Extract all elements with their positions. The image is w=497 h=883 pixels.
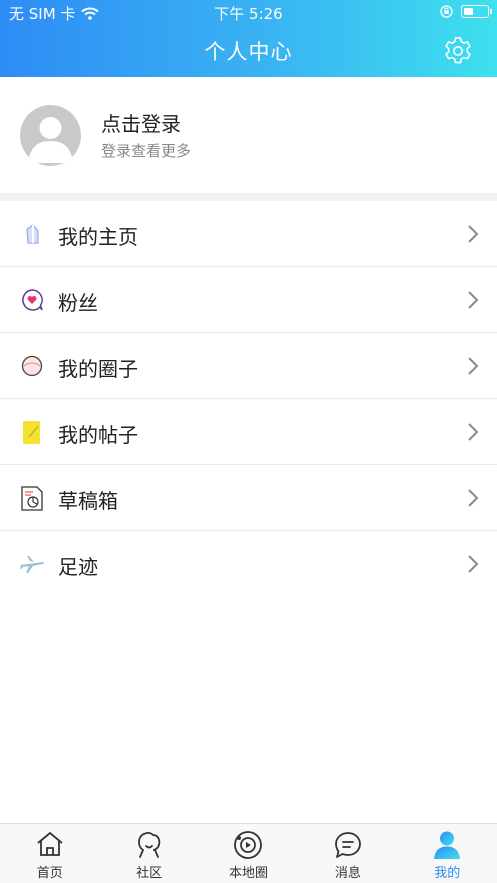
tab-label: 本地圈: [228, 866, 268, 881]
menu-item-homepage[interactable]: 我的主页: [0, 201, 497, 267]
page-title: 个人中心: [204, 40, 293, 64]
airplane-icon: [20, 556, 44, 573]
default-avatar-icon: [28, 117, 73, 163]
tab-label: 我的: [434, 866, 461, 881]
menu-item-my-posts[interactable]: 我的帖子: [0, 399, 497, 465]
message-icon: [334, 832, 361, 858]
tab-local-circle[interactable]: 本地圈: [199, 824, 298, 883]
menu-item-my-circle[interactable]: 我的圈子: [0, 333, 497, 399]
orientation-lock-icon: [440, 5, 453, 18]
circle-icon: [21, 355, 43, 377]
chevron-right-icon: [468, 225, 479, 243]
status-time: 下午 5:26: [214, 5, 283, 23]
homepage-icon: [26, 224, 39, 244]
tab-mine[interactable]: 我的: [398, 824, 497, 883]
post-note-icon: [23, 421, 40, 444]
tab-label: 消息: [334, 866, 361, 881]
tab-messages[interactable]: 消息: [298, 824, 397, 883]
chevron-right-icon: [468, 357, 479, 375]
profile-login-card[interactable]: 点击登录 登录查看更多: [0, 77, 497, 193]
battery-icon: [461, 5, 492, 18]
tab-home[interactable]: 首页: [0, 824, 99, 883]
menu-item-label: 我的圈子: [58, 357, 138, 381]
menu-item-fans[interactable]: 粉丝: [0, 267, 497, 333]
chevron-right-icon: [468, 291, 479, 309]
tab-community[interactable]: 社区: [99, 824, 198, 883]
home-icon: [37, 832, 63, 856]
avatar[interactable]: [20, 105, 81, 166]
profile-icon: [434, 831, 461, 859]
menu-item-label: 我的主页: [58, 225, 138, 249]
menu-item-label: 草稿箱: [58, 489, 118, 513]
header-bar: 无 SIM 卡 下午 5:26 个人中心: [0, 0, 497, 77]
fans-heart-icon: [22, 289, 43, 311]
login-subtitle: 登录查看更多: [101, 142, 192, 160]
section-divider: [0, 193, 497, 201]
gear-icon[interactable]: [443, 36, 473, 66]
drafts-icon: [21, 486, 43, 511]
local-circle-icon: [234, 831, 263, 859]
login-title[interactable]: 点击登录: [101, 108, 181, 137]
menu-item-drafts[interactable]: 草稿箱: [0, 465, 497, 531]
chevron-right-icon: [468, 423, 479, 441]
tab-label: 社区: [136, 866, 163, 881]
chevron-right-icon: [468, 555, 479, 573]
menu-item-label: 足迹: [58, 555, 98, 579]
tab-label: 首页: [36, 866, 63, 881]
community-icon: [138, 832, 161, 858]
tab-bar: 首页 社区 本地圈 消息 我的: [0, 823, 497, 883]
chevron-right-icon: [468, 489, 479, 507]
menu-item-label: 我的帖子: [58, 423, 138, 447]
menu-item-footprints[interactable]: 足迹: [0, 531, 497, 597]
menu-list: 我的主页 粉丝 我的圈子 我的帖子 草稿箱 足迹: [0, 201, 497, 597]
status-bar: 无 SIM 卡 下午 5:26: [0, 0, 497, 26]
menu-item-label: 粉丝: [58, 291, 98, 315]
